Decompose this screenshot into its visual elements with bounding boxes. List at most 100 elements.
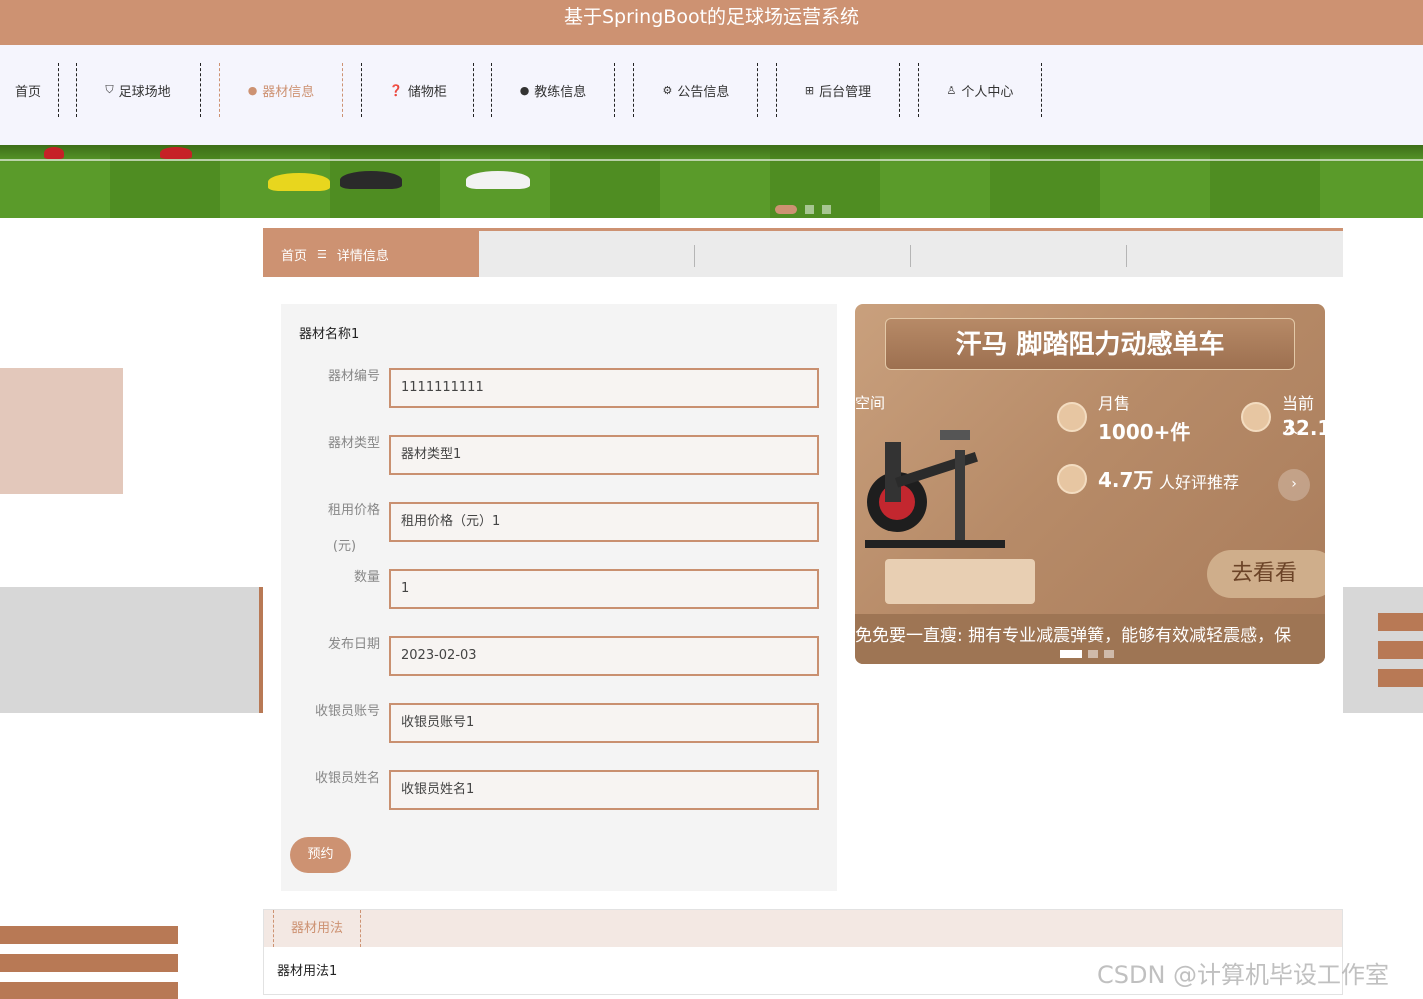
nav-item-label: 器材信息 [262, 84, 315, 100]
breadcrumb-divider [694, 245, 695, 267]
go-see-label: 去看看 [1231, 561, 1298, 586]
nav-item-label: 储物柜 [407, 84, 447, 100]
nav-item-admin[interactable]: ⊞ 后台管理 [778, 63, 898, 117]
field-row-cashier-account: 收银员账号 收银员账号1 [281, 703, 837, 743]
breadcrumb-separator-icon: ☰ [317, 247, 327, 261]
fire-icon [1057, 402, 1087, 432]
equipment-name: 器材名称1 [299, 327, 360, 342]
field-label-unit: (元) [332, 539, 357, 554]
field-label: 器材类型 [327, 436, 380, 451]
carousel-dot[interactable] [1060, 650, 1082, 658]
info-icon: ● [247, 83, 258, 97]
player-shoe [466, 171, 530, 189]
product-ad-carousel[interactable]: 汗马 脚踏阻力动感单车 空间 月售 1000+件 当前人 32.1 4.7万 人… [855, 304, 1325, 664]
player-shoe [44, 147, 64, 159]
nav-divider [1041, 63, 1042, 117]
nav-item-label: 公告信息 [677, 84, 730, 100]
decor-stripe [0, 954, 178, 972]
ad-carousel-indicators [1060, 650, 1114, 658]
equipment-no-field[interactable]: 1111111111 [389, 368, 819, 408]
field-row-cashier-name: 收银员姓名 收银员姓名1 [281, 770, 837, 810]
nav-divider [361, 63, 362, 117]
decor-block [0, 587, 260, 713]
decor-block [0, 368, 123, 494]
nav-item-label: 后台管理 [819, 84, 872, 100]
equipment-type-field[interactable]: 器材类型1 [389, 435, 819, 475]
nav-item-label: 足球场地 [118, 84, 171, 100]
decor-stripe [0, 926, 178, 944]
nav-item-label: 个人中心 [961, 84, 1014, 100]
reserve-button[interactable]: 预约 [290, 837, 351, 873]
carousel-dot[interactable] [805, 205, 814, 214]
nav-divider [776, 63, 777, 117]
nav-item-home[interactable]: 首页 [0, 63, 56, 117]
bag-icon: ⛉ [105, 83, 114, 96]
nav-divider [899, 63, 900, 117]
ad-monthly-sales-value: 1000+件 [1098, 420, 1191, 444]
nav-divider [757, 63, 758, 117]
cashier-name-field[interactable]: 收银员姓名1 [389, 770, 819, 810]
go-see-button[interactable]: 去看看 [1207, 550, 1325, 598]
decor-stripe [1378, 613, 1423, 631]
thumbs-up-icon [1057, 464, 1087, 494]
quantity-field[interactable]: 1 [389, 569, 819, 609]
nav-item-equipment[interactable]: ● 器材信息 [219, 63, 343, 117]
watermark: CSDN @计算机毕设工作室 [1097, 961, 1390, 989]
field-row-rent-price: 租用价格 (元) 租用价格（元）1 [281, 502, 837, 554]
nav-divider [473, 63, 474, 117]
nav-divider [58, 63, 59, 117]
rent-price-field[interactable]: 租用价格（元）1 [389, 502, 819, 542]
app-title: 基于SpringBoot的足球场运营系统 [563, 6, 860, 28]
nav-item-coach[interactable]: ● 教练信息 [493, 63, 613, 117]
field-label: 发布日期 [327, 637, 380, 652]
app-title-bar: 基于SpringBoot的足球场运营系统 [0, 0, 1423, 45]
decor-bar [259, 587, 263, 713]
usage-content: 器材用法1 [277, 964, 338, 979]
cashier-account-field[interactable]: 收银员账号1 [389, 703, 819, 743]
breadcrumb-home[interactable]: 首页 [281, 245, 307, 264]
field-row-equipment-no: 器材编号 1111111111 [281, 368, 837, 408]
field-label: 器材编号 [327, 369, 380, 384]
chevron-right-icon[interactable]: › [1278, 469, 1310, 501]
field-label: 数量 [353, 570, 380, 585]
tab-usage[interactable]: 器材用法 [273, 910, 361, 947]
field-label: 收银员姓名 [314, 771, 380, 786]
nav-divider [614, 63, 615, 117]
nav-item-profile[interactable]: ♙ 个人中心 [920, 63, 1040, 117]
nav-item-label: 首页 [14, 84, 41, 100]
nav-item-announcement[interactable]: ⚙ 公告信息 [635, 63, 757, 117]
breadcrumb-divider [910, 245, 911, 267]
carousel-dot[interactable] [775, 205, 797, 214]
field-row-equipment-type: 器材类型 器材类型1 [281, 435, 837, 475]
carousel-dot[interactable] [822, 205, 831, 214]
nav-item-football-field[interactable]: ⛉ 足球场地 [78, 63, 198, 117]
usage-tabbar: 器材用法 [264, 910, 1342, 947]
ad-rating-label: 人好评推荐 [1159, 473, 1240, 492]
field-label: 租用价格 [327, 503, 380, 518]
nav-item-label: 教练信息 [534, 84, 587, 100]
breadcrumb: 首页 ☰ 详情信息 [263, 228, 1343, 277]
player-shoe [160, 147, 192, 159]
gear-icon: ⚙ [662, 83, 673, 97]
ad-rating-value: 4.7万 [1098, 468, 1154, 492]
help-icon: ❓ [389, 83, 403, 97]
nav-divider [200, 63, 201, 117]
nav-item-locker[interactable]: ❓ 储物柜 [363, 63, 473, 117]
carousel-indicators [775, 205, 831, 214]
player-shoe [340, 171, 402, 189]
publish-date-field[interactable]: 2023-02-03 [389, 636, 819, 676]
ad-current-value: 32.1 [1282, 416, 1325, 440]
player-shoe [268, 173, 330, 191]
exercise-bike-image [865, 430, 1005, 548]
ad-title: 汗马 脚踏阻力动感单车 [885, 318, 1295, 370]
carousel-dot[interactable] [1104, 650, 1114, 658]
ad-side-text: 空间 [855, 394, 886, 412]
carousel-dot[interactable] [1088, 650, 1098, 658]
info-icon: ● [519, 83, 530, 97]
hero-banner [0, 145, 1423, 218]
field-row-quantity: 数量 1 [281, 569, 837, 609]
equipment-detail-form: 器材名称1 器材编号 1111111111 器材类型 器材类型1 租用价格 (元… [281, 304, 837, 891]
nav-divider [491, 63, 492, 117]
page: 基于SpringBoot的足球场运营系统 首页 ⛉ 足球场地 ● 器材信息 ❓ … [0, 0, 1423, 999]
breadcrumb-box: 首页 ☰ 详情信息 [263, 231, 479, 277]
